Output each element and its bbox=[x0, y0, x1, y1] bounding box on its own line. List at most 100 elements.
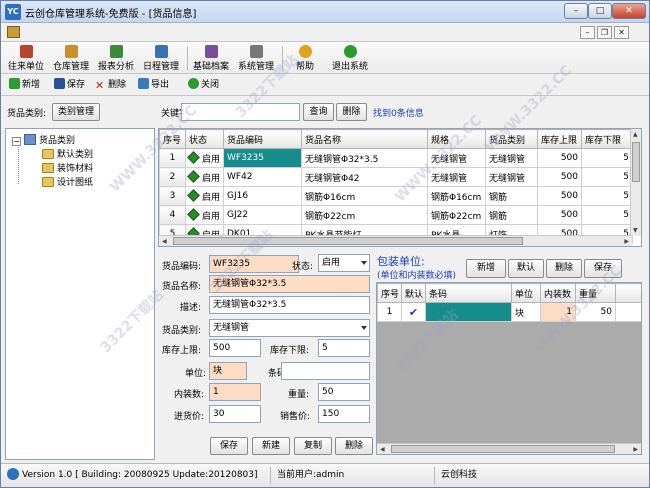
col-header-category[interactable]: 货品类别 bbox=[485, 129, 538, 149]
packing-save-button[interactable]: 保存 bbox=[584, 259, 622, 278]
pack-col-barcode[interactable]: 条码 bbox=[425, 283, 512, 303]
tree-root-node[interactable]: − 货品类别 bbox=[12, 133, 75, 146]
table-row[interactable]: 1 启用 WF3235 无缝钢管Φ32*3.5 无缝钢管 无缝钢管 500 5 bbox=[159, 148, 633, 168]
upper-field[interactable]: 500 bbox=[209, 339, 261, 357]
row-spec[interactable]: 钢筋Φ16cm bbox=[427, 186, 486, 206]
form-new-button[interactable]: 新建 bbox=[252, 437, 290, 455]
tree-node-drawings[interactable]: 设计图纸 bbox=[42, 175, 93, 188]
tree-node-decoration[interactable]: 装饰材料 bbox=[42, 161, 93, 174]
weight-field[interactable]: 50 bbox=[318, 383, 370, 401]
packing-delete-button[interactable]: 删除 bbox=[546, 259, 582, 278]
form-delete-button[interactable]: 删除 bbox=[335, 437, 373, 455]
packing-add-button[interactable]: 新增 bbox=[466, 259, 506, 278]
form-copy-button[interactable]: 复制 bbox=[294, 437, 332, 455]
pack-row-default[interactable]: ✔ bbox=[401, 302, 426, 322]
toolbar-warehouse-button[interactable]: 仓库管理 bbox=[49, 43, 93, 73]
col-header-no[interactable]: 序号 bbox=[159, 129, 186, 149]
scroll-left-icon[interactable]: ◀ bbox=[380, 446, 385, 453]
pack-col-unit[interactable]: 单位 bbox=[511, 283, 541, 303]
mdi-minimize-button[interactable]: – bbox=[580, 26, 595, 39]
row-name[interactable]: 钢筋Φ16cm bbox=[301, 186, 428, 206]
code-field[interactable]: WF3235 bbox=[209, 255, 299, 273]
row-code[interactable]: GJ22 bbox=[223, 205, 302, 225]
pack-field[interactable]: 1 bbox=[209, 383, 261, 401]
row-code[interactable]: WF42 bbox=[223, 167, 302, 187]
pack-row-unit[interactable]: 块 bbox=[511, 302, 541, 322]
scroll-up-icon[interactable]: ▲ bbox=[633, 131, 638, 138]
pack-row-weight[interactable]: 50 bbox=[575, 302, 616, 322]
scroll-thumb[interactable] bbox=[173, 237, 523, 245]
toolbar-report-button[interactable]: 报表分析 bbox=[94, 43, 138, 73]
packing-horizontal-scrollbar[interactable]: ◀ ▶ bbox=[377, 443, 641, 454]
row-category[interactable]: 钢筋 bbox=[485, 186, 538, 206]
name-field[interactable]: 无缝钢管Φ32*3.5 bbox=[209, 275, 370, 293]
close-form-button[interactable]: 关闭 bbox=[188, 77, 219, 93]
scroll-thumb[interactable] bbox=[391, 445, 615, 453]
row-name[interactable]: 钢筋Φ22cm bbox=[301, 205, 428, 225]
toolbar-system-button[interactable]: 系统管理 bbox=[234, 43, 278, 73]
grid-horizontal-scrollbar[interactable]: ◀ ▶ bbox=[159, 235, 632, 246]
maximize-button[interactable]: □ bbox=[588, 3, 612, 19]
row-code[interactable]: GJ16 bbox=[223, 186, 302, 206]
row-lower[interactable]: 5 bbox=[581, 148, 633, 168]
row-lower[interactable]: 5 bbox=[581, 186, 633, 206]
pack-row-barcode[interactable] bbox=[425, 302, 512, 322]
sell-price-field[interactable]: 150 bbox=[318, 405, 370, 423]
status-select[interactable]: 启用 bbox=[318, 254, 370, 272]
row-spec[interactable]: 无缝钢管 bbox=[427, 167, 486, 187]
form-save-button[interactable]: 保存 bbox=[210, 437, 248, 455]
pack-col-pack[interactable]: 内装数 bbox=[540, 283, 576, 303]
row-upper[interactable]: 500 bbox=[537, 148, 582, 168]
close-button[interactable]: ✕ bbox=[612, 3, 646, 19]
delete-record-button[interactable]: ✕ 删除 bbox=[95, 77, 126, 93]
row-lower[interactable]: 5 bbox=[581, 205, 633, 225]
toolbar-partners-button[interactable]: 往来单位 bbox=[4, 43, 48, 73]
grid-vertical-scrollbar[interactable]: ▲ ▼ bbox=[630, 129, 641, 236]
scroll-down-icon[interactable]: ▼ bbox=[633, 227, 638, 234]
toolbar-help-button[interactable]: 帮助 bbox=[287, 43, 323, 73]
col-header-spec[interactable]: 规格 bbox=[427, 129, 486, 149]
row-upper[interactable]: 500 bbox=[537, 186, 582, 206]
scroll-left-icon[interactable]: ◀ bbox=[162, 238, 167, 245]
col-header-code[interactable]: 货品编码 bbox=[223, 129, 302, 149]
table-row[interactable]: 3 启用 GJ16 钢筋Φ16cm 钢筋Φ16cm 钢筋 500 5 bbox=[159, 186, 633, 206]
col-header-status[interactable]: 状态 bbox=[185, 129, 224, 149]
buy-price-field[interactable]: 30 bbox=[209, 405, 261, 423]
table-row[interactable]: 4 启用 GJ22 钢筋Φ22cm 钢筋Φ22cm 钢筋 500 5 bbox=[159, 205, 633, 225]
tree-node-default[interactable]: 默认类别 bbox=[42, 147, 93, 160]
category-select[interactable]: 无缝钢管 bbox=[209, 319, 370, 337]
collapse-icon[interactable]: − bbox=[12, 137, 21, 146]
packing-default-button[interactable]: 默认 bbox=[508, 259, 544, 278]
pack-col-no[interactable]: 序号 bbox=[377, 283, 402, 303]
save-record-button[interactable]: 保存 bbox=[54, 77, 85, 93]
category-manage-button[interactable]: 类别管理 bbox=[52, 103, 100, 121]
desc-field[interactable]: 无缝钢管Φ32*3.5 bbox=[209, 296, 370, 314]
row-category[interactable]: 无缝钢管 bbox=[485, 148, 538, 168]
scroll-thumb[interactable] bbox=[632, 142, 640, 182]
toolbar-exit-button[interactable]: 退出系统 bbox=[327, 43, 373, 73]
row-spec[interactable]: 无缝钢管 bbox=[427, 148, 486, 168]
mdi-restore-button[interactable]: ❐ bbox=[597, 26, 612, 39]
table-row[interactable]: 2 启用 WF42 无缝钢管Φ42 无缝钢管 无缝钢管 500 5 bbox=[159, 167, 633, 187]
lower-field[interactable]: 5 bbox=[318, 339, 370, 357]
mdi-close-button[interactable]: ✕ bbox=[614, 26, 629, 39]
export-button[interactable]: 导出 bbox=[138, 77, 169, 93]
toolbar-archive-button[interactable]: 基础档案 bbox=[189, 43, 233, 73]
table-row[interactable]: 1 ✔ 块 1 50 bbox=[377, 302, 641, 322]
pack-col-weight[interactable]: 重量 bbox=[575, 283, 616, 303]
scroll-right-icon[interactable]: ▶ bbox=[633, 446, 638, 453]
pack-row-pack[interactable]: 1 bbox=[540, 302, 576, 322]
minimize-button[interactable]: – bbox=[564, 3, 588, 19]
row-category[interactable]: 无缝钢管 bbox=[485, 167, 538, 187]
row-code[interactable]: WF3235 bbox=[223, 148, 302, 168]
unit-field[interactable]: 块 bbox=[209, 362, 247, 380]
row-name[interactable]: 无缝钢管Φ42 bbox=[301, 167, 428, 187]
pack-col-default[interactable]: 默认 bbox=[401, 283, 426, 303]
col-header-name[interactable]: 货品名称 bbox=[301, 129, 428, 149]
row-upper[interactable]: 500 bbox=[537, 167, 582, 187]
row-name[interactable]: 无缝钢管Φ32*3.5 bbox=[301, 148, 428, 168]
new-record-button[interactable]: 新增 bbox=[9, 77, 40, 93]
col-header-upper[interactable]: 库存上限 bbox=[537, 129, 582, 149]
row-upper[interactable]: 500 bbox=[537, 205, 582, 225]
row-lower[interactable]: 5 bbox=[581, 167, 633, 187]
